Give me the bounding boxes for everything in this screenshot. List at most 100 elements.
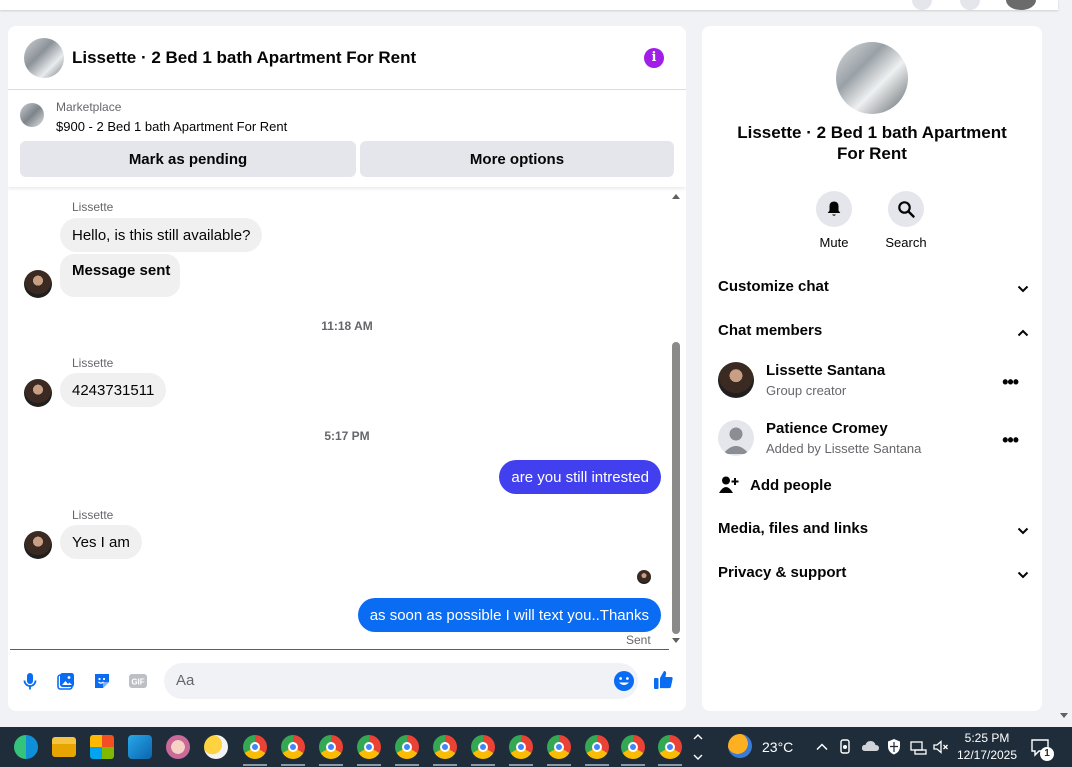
message-bubble[interactable]: Message sent — [60, 254, 180, 297]
more-options-icon[interactable]: ••• — [1002, 430, 1019, 451]
message-bubble[interactable]: Hello, is this still available? — [60, 218, 263, 252]
chrome-icon[interactable] — [621, 735, 645, 759]
chrome-icon[interactable] — [243, 735, 267, 759]
chevron-down-icon — [1017, 527, 1029, 535]
scrollbar-thumb[interactable] — [672, 342, 680, 634]
scroll-down-arrow[interactable] — [672, 638, 680, 643]
weather-icon[interactable] — [728, 734, 752, 758]
paint-icon[interactable] — [166, 735, 190, 759]
outlook-icon[interactable] — [128, 735, 152, 759]
message-bubble[interactable]: Yes I am — [60, 525, 142, 559]
listing-thumbnail[interactable] — [20, 103, 44, 127]
scroll-up-arrow[interactable] — [672, 194, 680, 199]
chrome-icon[interactable] — [509, 735, 533, 759]
chevron-down-icon — [1017, 285, 1029, 293]
mute-button[interactable]: Mute — [804, 191, 864, 250]
store-icon[interactable] — [90, 735, 114, 759]
clock-date[interactable]: 12/17/2025 — [955, 748, 1019, 762]
active-indicator — [471, 764, 495, 766]
notifications-icon[interactable] — [960, 0, 980, 10]
show-hidden-icons-icon[interactable] — [815, 740, 829, 754]
more-options-button[interactable]: More options — [360, 141, 674, 177]
search-icon — [898, 201, 915, 218]
photo-icon[interactable] — [56, 671, 76, 691]
sender-name: Lissette — [72, 200, 114, 214]
privacy-support-label: Privacy & support — [718, 564, 847, 581]
network-icon[interactable] — [909, 738, 927, 756]
search-label: Search — [885, 235, 927, 250]
page-scroll-down-arrow[interactable] — [1060, 713, 1068, 718]
member-avatar[interactable] — [718, 420, 754, 456]
chat-panel: Lissette · 2 Bed 1 bath Apartment For Re… — [8, 26, 686, 711]
windows-taskbar: 23°C 5:25 PM 12/17/2025 1 — [0, 727, 1072, 767]
message-bubble[interactable]: 4243731511 — [60, 373, 167, 407]
active-indicator — [395, 764, 419, 766]
message-timestamp: 11:18 AM — [321, 319, 373, 333]
media-files-links-row[interactable]: Media, files and links — [718, 520, 1030, 544]
info-panel-title: Lissette · 2 Bed 1 bath Apartment For Re… — [737, 123, 1007, 163]
member-name: Lissette Santana — [766, 362, 886, 379]
active-indicator — [243, 764, 267, 766]
message-bubble-outgoing[interactable]: as soon as possible I will text you..Tha… — [357, 598, 661, 632]
chrome-icon[interactable] — [281, 735, 305, 759]
default-user-icon — [723, 427, 749, 454]
weather-app-icon[interactable] — [204, 735, 228, 759]
mark-as-pending-button[interactable]: Mark as pending — [20, 141, 356, 177]
onedrive-icon[interactable] — [861, 739, 879, 753]
info-icon[interactable]: i — [644, 48, 664, 68]
chrome-icon[interactable] — [585, 735, 609, 759]
message-input[interactable]: Aa — [164, 663, 638, 699]
member-role: Added by Lissette Santana — [766, 441, 922, 456]
chevron-up-icon — [1017, 329, 1029, 337]
active-indicator — [509, 764, 533, 766]
composer-divider — [10, 649, 669, 650]
taskbar-scroll-icon[interactable] — [692, 730, 704, 764]
sender-name: Lissette — [72, 508, 114, 522]
chat-members-row[interactable]: Chat members — [718, 322, 1030, 346]
gif-icon[interactable]: GIF — [128, 671, 148, 691]
sender-avatar[interactable] — [24, 379, 52, 407]
search-button[interactable]: Search — [876, 191, 936, 250]
message-bubble-outgoing[interactable]: are you still intrested — [499, 460, 661, 494]
conversation-photo[interactable] — [836, 42, 908, 114]
weather-temperature[interactable]: 23°C — [762, 739, 793, 755]
member-avatar[interactable] — [718, 362, 754, 398]
sender-avatar[interactable] — [24, 270, 52, 298]
file-explorer-icon[interactable] — [52, 737, 76, 757]
chrome-icon[interactable] — [433, 735, 457, 759]
message-composer: GIF Aa — [8, 662, 686, 700]
edge-icon[interactable] — [14, 735, 38, 759]
microphone-icon[interactable] — [20, 671, 40, 691]
listing-title[interactable]: $900 - 2 Bed 1 bath Apartment For Rent — [56, 119, 287, 134]
customize-chat-row[interactable]: Customize chat — [718, 278, 1030, 302]
privacy-support-row[interactable]: Privacy & support — [718, 564, 1030, 588]
member-item[interactable]: Lissette Santana Group creator ••• — [718, 362, 1030, 406]
clock-time[interactable]: 5:25 PM — [955, 731, 1019, 745]
active-indicator — [319, 764, 343, 766]
notification-count-badge: 1 — [1040, 747, 1054, 761]
chrome-icon[interactable] — [319, 735, 343, 759]
sticker-icon[interactable] — [92, 671, 112, 691]
sender-avatar[interactable] — [24, 531, 52, 559]
chrome-icon[interactable] — [471, 735, 495, 759]
chat-members-label: Chat members — [718, 322, 823, 339]
more-options-icon[interactable]: ••• — [1002, 372, 1019, 393]
chrome-icon[interactable] — [658, 735, 682, 759]
emoji-icon[interactable] — [613, 670, 635, 692]
thumbs-up-icon[interactable] — [653, 669, 675, 691]
media-files-links-label: Media, files and links — [718, 520, 869, 537]
chrome-icon[interactable] — [357, 735, 381, 759]
profile-avatar[interactable] — [1006, 0, 1036, 10]
volume-muted-icon[interactable] — [932, 738, 950, 756]
security-shield-icon[interactable] — [886, 738, 902, 756]
conversation-avatar[interactable] — [24, 38, 64, 78]
member-item[interactable]: Patience Cromey Added by Lissette Santan… — [718, 420, 1030, 464]
chrome-icon[interactable] — [395, 735, 419, 759]
meet-now-icon[interactable] — [838, 738, 854, 756]
conversation-title[interactable]: Lissette · 2 Bed 1 bath Apartment For Re… — [72, 48, 416, 68]
message-input-placeholder: Aa — [176, 672, 195, 689]
sender-name: Lissette — [72, 356, 114, 370]
chrome-icon[interactable] — [547, 735, 571, 759]
active-indicator — [621, 764, 645, 766]
menu-icon[interactable] — [912, 0, 932, 10]
